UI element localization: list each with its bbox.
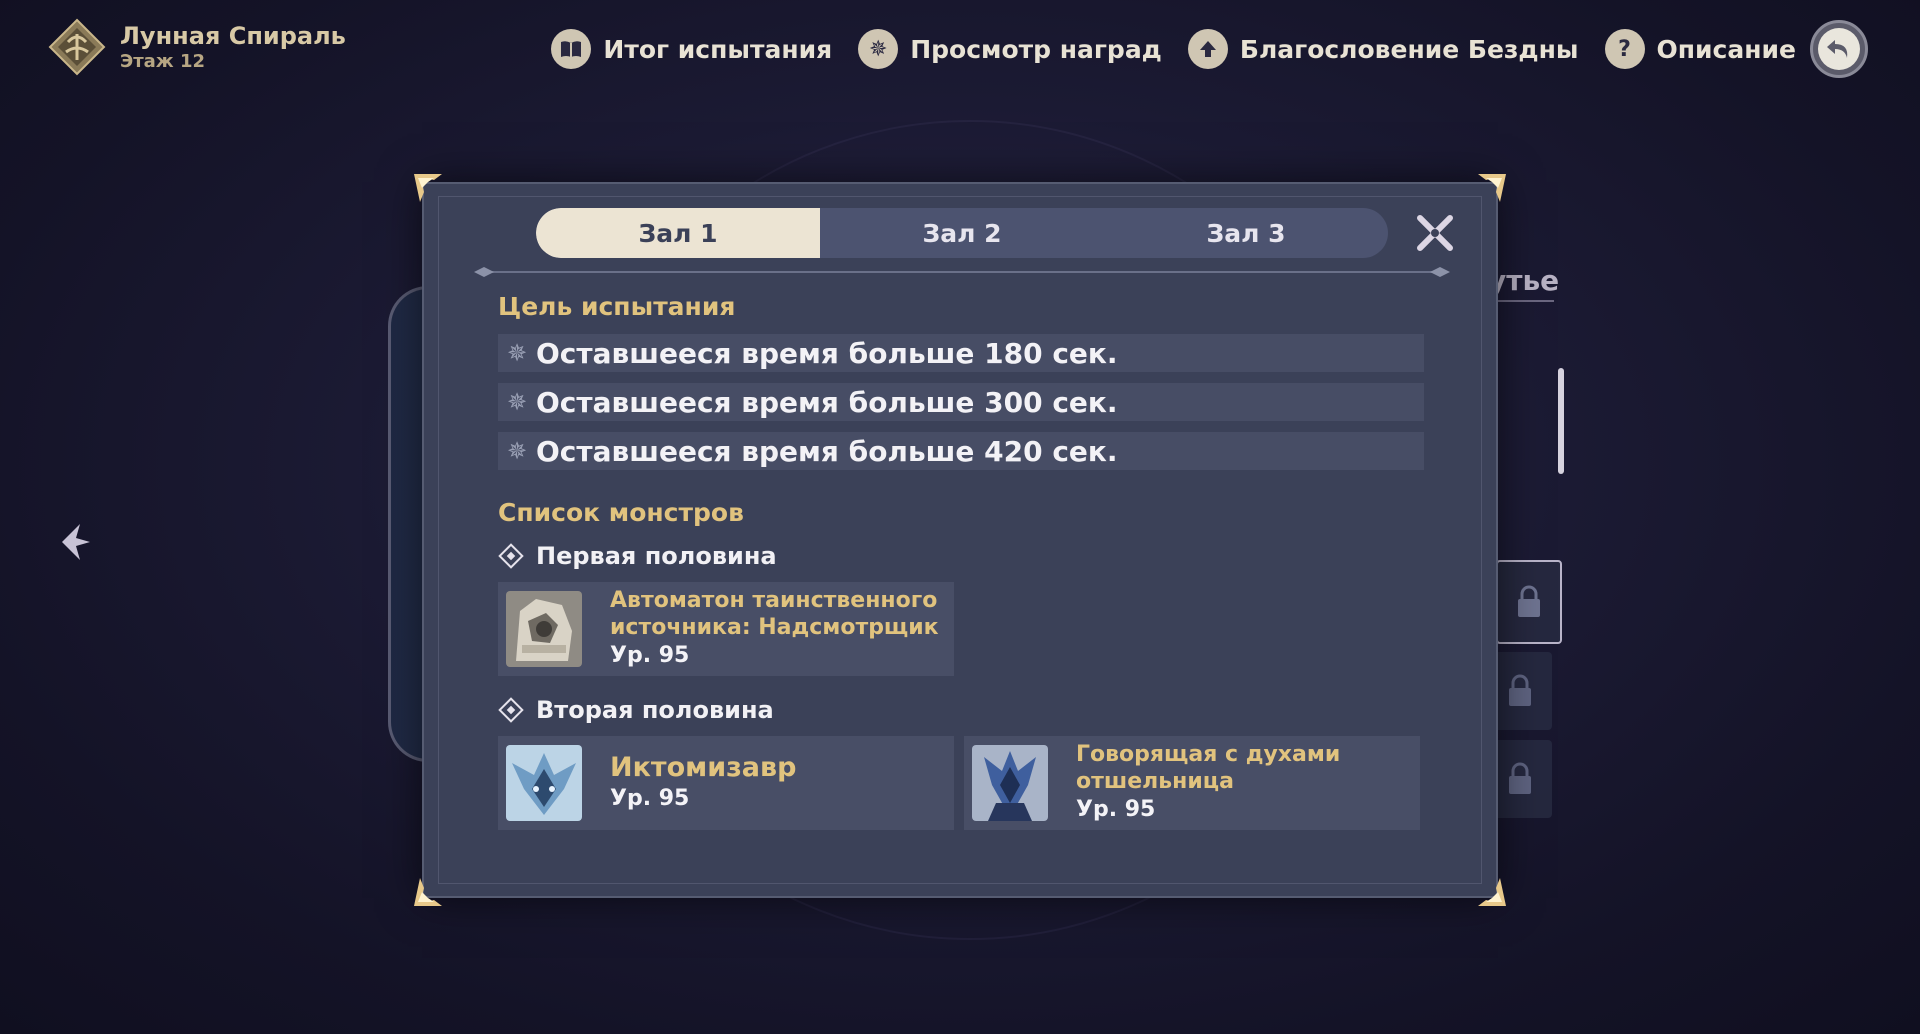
monster-name-line-2: источника: Надсмотрщик [610,615,939,640]
corner-ornament-icon [412,874,446,908]
iktomisaurus-portrait-icon [506,745,582,821]
nav-description[interactable]: ? Описание [1604,29,1796,69]
goal-text: Оставшееся время больше 300 сек. [536,385,1118,419]
chamber-details-modal: Зал 1 Зал 2 Зал 3 Цель испытания ✵ Остав… [414,174,1506,906]
back-button[interactable] [1810,20,1868,78]
tab-chamber-1[interactable]: Зал 1 [536,208,820,258]
tab-chamber-2[interactable]: Зал 2 [820,208,1104,258]
second-half-header: Вторая половина [498,696,774,724]
monster-name-line-2: отшельница [1076,769,1234,794]
monster-level: Ур. 95 [610,786,690,811]
book-icon [551,29,592,69]
spirit-speaker-portrait-icon [972,745,1048,821]
background-tab-label: утье [1488,264,1560,297]
diamond-icon [498,543,524,569]
floor-label: Этаж 12 [120,51,206,72]
monster-card[interactable]: Иктомизавр Ур. 95 [498,736,954,830]
monster-list-title: Список монстров [498,498,744,527]
star-icon: ✵ [506,437,528,465]
close-icon[interactable] [1412,210,1458,256]
challenge-goal-title: Цель испытания [498,292,736,321]
nav-abyss-blessing[interactable]: Благословение Бездны [1187,29,1579,69]
top-navigation: Итог испытания ✵ Просмотр наград Благосл… [525,20,1868,78]
previous-floor-arrow-icon[interactable] [56,520,96,564]
section-divider [474,267,1450,277]
corner-ornament-icon [1474,874,1508,908]
nav-label: Итог испытания [603,34,833,64]
lock-icon [1509,674,1531,706]
monster-card[interactable]: Говорящая с духами отшельница Ур. 95 [964,736,1420,830]
monster-level: Ур. 95 [610,643,690,668]
first-half-header: Первая половина [498,542,777,570]
star-icon: ✵ [506,339,528,367]
monster-level: Ур. 95 [1076,797,1156,822]
abyss-emblem-icon [48,18,106,76]
monster-card[interactable]: Автоматон таинственного источника: Надсм… [498,582,954,676]
chamber-lock-1[interactable] [1496,560,1562,644]
goal-text: Оставшееся время больше 420 сек. [536,434,1118,468]
goal-text: Оставшееся время больше 180 сек. [536,336,1118,370]
lock-icon [1509,762,1531,794]
corner-ornament-icon [1474,172,1508,206]
goal-row: ✵ Оставшееся время больше 180 сек. [498,334,1424,372]
up-arrow-icon [1187,29,1228,69]
back-arrow-icon [1818,28,1860,70]
nav-label: Просмотр наград [910,34,1162,64]
first-half-label: Первая половина [536,542,777,570]
goal-row: ✵ Оставшееся время больше 420 сек. [498,432,1424,470]
monster-name: Говорящая с духами [1076,742,1341,767]
background-scrollbar[interactable] [1558,368,1564,474]
lock-icon [1518,585,1540,617]
monster-name: Иктомизавр [610,752,797,783]
page-title: Лунная Спираль [120,22,346,50]
corner-ornament-icon [412,172,446,206]
nav-label: Описание [1656,34,1796,64]
nav-challenge-summary[interactable]: Итог испытания [551,29,832,69]
tab-chamber-3[interactable]: Зал 3 [1104,208,1388,258]
nav-view-rewards[interactable]: ✵ Просмотр наград [858,29,1162,69]
header-brand: Лунная Спираль Этаж 12 [48,18,346,76]
question-icon: ? [1604,29,1645,69]
chamber-tabs: Зал 1 Зал 2 Зал 3 [536,208,1388,258]
automaton-portrait-icon [506,591,582,667]
nav-label: Благословение Бездны [1239,34,1579,64]
second-half-label: Вторая половина [536,696,774,724]
star-badge-icon: ✵ [858,29,899,69]
star-icon: ✵ [506,388,528,416]
monster-name: Автоматон таинственного [610,588,938,613]
goal-row: ✵ Оставшееся время больше 300 сек. [498,383,1424,421]
diamond-icon [498,697,524,723]
